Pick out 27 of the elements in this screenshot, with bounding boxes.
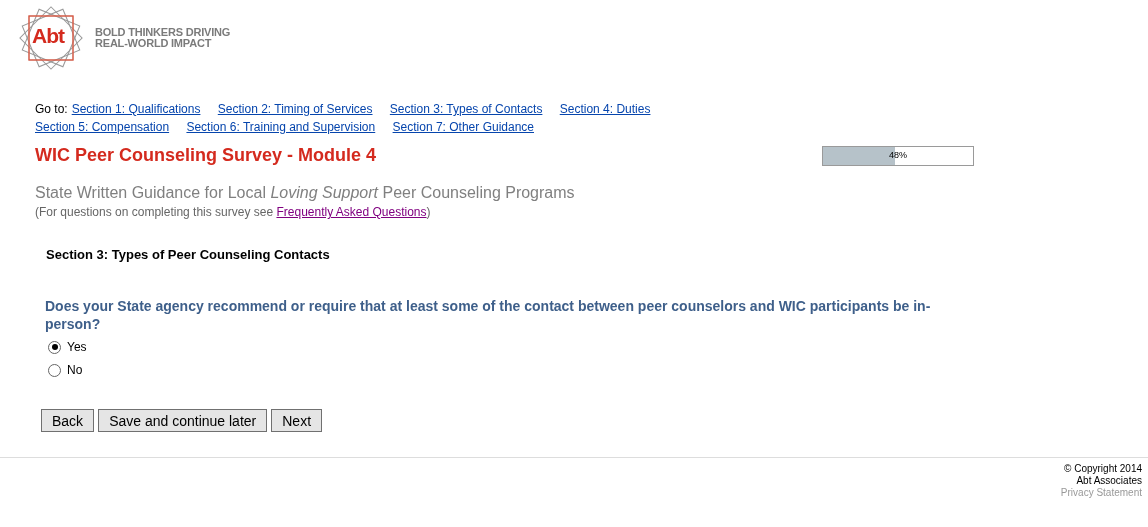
copyright-text: © Copyright 2014: [1064, 463, 1142, 475]
logo-tagline: BOLD THINKERS DRIVING: [95, 27, 231, 38]
goto-label: Go to:: [35, 102, 68, 116]
survey-subtitle: State Written Guidance for Local Loving Support Peer Counseling Programs: [35, 184, 576, 202]
logo-wordmark: Abt: [32, 24, 64, 48]
form-button[interactable]: Next: [271, 409, 323, 432]
form-button[interactable]: Back: [41, 409, 95, 432]
option-label: Yes: [67, 340, 87, 354]
faq-link[interactable]: Frequently Asked Questions: [276, 205, 427, 219]
logo-tagline: REAL-WORLD IMPACT: [95, 38, 213, 49]
section-link[interactable]: Section 1: Qualifications: [71, 102, 201, 116]
option-label: No: [67, 363, 83, 377]
help-note: (For questions on completing this survey see Frequently Asked Questions): [35, 205, 432, 219]
radio-button[interactable]: [48, 363, 61, 377]
section-heading: Section 3: Types of Peer Counseling Contacts: [46, 247, 331, 262]
survey-title: WIC Peer Counseling Survey - Module 4: [35, 145, 378, 166]
section-link[interactable]: Section 6: Training and Supervision: [186, 120, 376, 134]
section-link[interactable]: Section 2: Timing of Services: [217, 102, 373, 116]
form-button[interactable]: Save and continue later: [98, 409, 268, 432]
section-link[interactable]: Section 3: Types of Contacts: [389, 102, 543, 116]
company-name: Abt Associates: [1076, 475, 1142, 487]
radio-button[interactable]: [48, 340, 61, 354]
section-link[interactable]: Section 4: Duties: [559, 102, 651, 116]
section-link[interactable]: Section 7: Other Guidance: [392, 120, 534, 134]
progress-reading: 48%: [888, 149, 908, 160]
section-link[interactable]: Section 5: Compensation: [35, 120, 170, 134]
question-text: Does your State agency recommend or require that at least some of the contact between peer counselors and WIC participants be in-person?: [45, 297, 932, 333]
